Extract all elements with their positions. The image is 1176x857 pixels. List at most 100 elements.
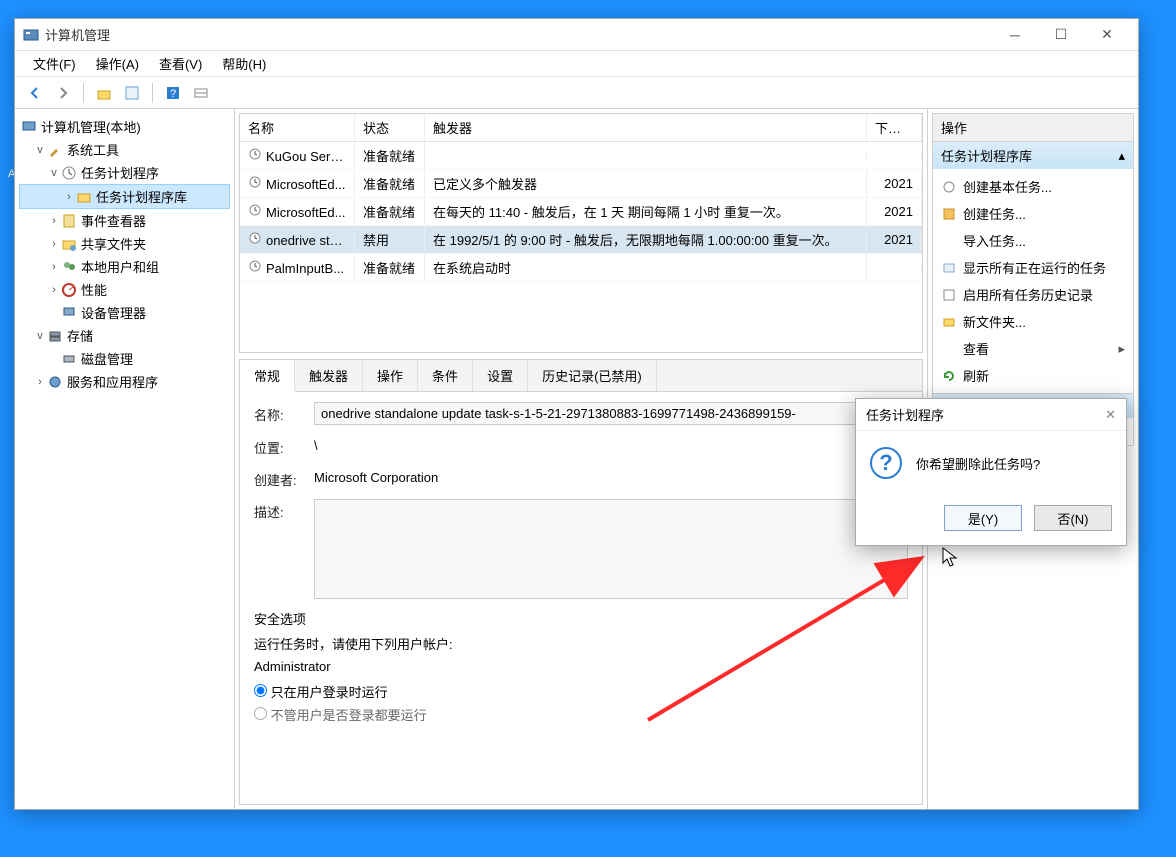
tree-services[interactable]: › 服务和应用程序 [19, 370, 230, 393]
toolbar-sep2 [152, 83, 153, 103]
folder-icon [941, 314, 957, 330]
action-show-running[interactable]: 显示所有正在运行的任务 [933, 254, 1133, 281]
table-row[interactable]: MicrosoftEd...准备就绪在每天的 11:40 - 触发后，在 1 天… [240, 198, 922, 226]
radio-logged-in[interactable]: 只在用户登录时运行 [254, 682, 908, 701]
tree-label: 性能 [81, 280, 107, 299]
col-next[interactable]: 下次运... [867, 114, 922, 141]
tree-storage[interactable]: v 存储 [19, 324, 230, 347]
tree-disk-mgmt[interactable]: 磁盘管理 [19, 347, 230, 370]
tree-label: 设备管理器 [81, 303, 146, 322]
twisty-icon: v [47, 167, 61, 179]
menu-view[interactable]: 查看(V) [149, 52, 212, 75]
storage-icon [47, 328, 63, 344]
action-view[interactable]: 查看 ▸ [933, 335, 1133, 362]
forward-button[interactable] [51, 81, 75, 105]
yes-button[interactable]: 是(Y) [944, 505, 1022, 531]
tab-history[interactable]: 历史记录(已禁用) [528, 360, 657, 391]
disk-icon [61, 351, 77, 367]
action-label: 导入任务... [963, 231, 1026, 250]
dialog-message: 你希望删除此任务吗? [916, 454, 1040, 473]
tree-task-scheduler[interactable]: v 任务计划程序 [19, 161, 230, 184]
twisty-icon: v [33, 330, 47, 342]
list-header: 名称 状态 触发器 下次运... [240, 114, 922, 142]
tree-label: 本地用户和组 [81, 257, 159, 276]
menu-action[interactable]: 操作(A) [86, 52, 149, 75]
maximize-button[interactable]: ☐ [1038, 20, 1084, 50]
creator-value: Microsoft Corporation [314, 467, 438, 485]
tab-settings[interactable]: 设置 [473, 360, 528, 391]
running-icon [941, 260, 957, 276]
action-create-task[interactable]: 创建任务... [933, 200, 1133, 227]
account-field[interactable]: Administrator [254, 659, 908, 674]
action-label: 查看 [963, 339, 989, 358]
collapse-icon: ▴ [1118, 148, 1125, 164]
tree-label: 共享文件夹 [81, 234, 146, 253]
dialog-title: 任务计划程序 ✕ [856, 399, 1126, 431]
twisty-icon: v [33, 144, 47, 156]
computer-icon [21, 119, 37, 135]
tree-label: 任务计划程序库 [96, 187, 187, 206]
help-button[interactable]: ? [161, 81, 185, 105]
col-trigger[interactable]: 触发器 [425, 114, 867, 141]
table-row[interactable]: onedrive sta...禁用在 1992/5/1 的 9:00 时 - 触… [240, 226, 922, 254]
name-field[interactable]: onedrive standalone update task-s-1-5-21… [314, 402, 908, 425]
table-row[interactable]: MicrosoftEd...准备就绪已定义多个触发器2021 [240, 170, 922, 198]
tree-local-users[interactable]: › 本地用户和组 [19, 255, 230, 278]
radio-always[interactable]: 不管用户是否登录都要运行 [254, 705, 908, 724]
sec-title: 安全选项 [254, 609, 908, 628]
action-label: 创建基本任务... [963, 177, 1052, 196]
col-state[interactable]: 状态 [355, 114, 425, 141]
menubar: 文件(F) 操作(A) 查看(V) 帮助(H) [15, 51, 1138, 77]
action-label: 刷新 [963, 366, 989, 385]
tab-cond[interactable]: 条件 [418, 360, 473, 391]
name-label: 名称: [254, 402, 314, 424]
clock-icon [248, 231, 262, 245]
clock-icon [61, 165, 77, 181]
history-icon [941, 287, 957, 303]
event-icon [61, 213, 77, 229]
tab-triggers[interactable]: 触发器 [295, 360, 363, 391]
twisty-icon: › [47, 261, 61, 273]
tree-event-viewer[interactable]: › 事件查看器 [19, 209, 230, 232]
actions-title[interactable]: 任务计划程序库 ▴ [933, 142, 1133, 169]
menu-help[interactable]: 帮助(H) [212, 52, 276, 75]
table-row[interactable]: KuGou Servi...准备就绪 [240, 142, 922, 170]
sec-prompt: 运行任务时，请使用下列用户帐户: [254, 634, 908, 653]
task-icon [941, 179, 957, 195]
share-icon [61, 236, 77, 252]
tree-root[interactable]: 计算机管理(本地) [19, 115, 230, 138]
actions-title-text: 任务计划程序库 [941, 146, 1032, 165]
minimize-button[interactable]: ─ [992, 20, 1038, 50]
tab-general[interactable]: 常规 [240, 360, 295, 392]
table-row[interactable]: PalmInputB...准备就绪在系统启动时 [240, 254, 922, 282]
action-refresh[interactable]: 刷新 [933, 362, 1133, 389]
menu-file[interactable]: 文件(F) [23, 52, 86, 75]
no-button[interactable]: 否(N) [1034, 505, 1112, 531]
action-new-folder[interactable]: 新文件夹... [933, 308, 1133, 335]
tree-performance[interactable]: › 性能 [19, 278, 230, 301]
tree-sys-tools[interactable]: v 系统工具 [19, 138, 230, 161]
col-name[interactable]: 名称 [240, 114, 355, 141]
close-button[interactable]: ✕ [1084, 20, 1130, 50]
clock-icon [248, 203, 262, 217]
properties-button[interactable] [120, 81, 144, 105]
device-icon [61, 305, 77, 321]
tree-root-label: 计算机管理(本地) [41, 117, 141, 136]
back-button[interactable] [23, 81, 47, 105]
desc-field[interactable] [314, 499, 908, 599]
action-import-task[interactable]: 导入任务... [933, 227, 1133, 254]
dialog-close-button[interactable]: ✕ [1105, 407, 1116, 423]
tree-task-lib[interactable]: › 任务计划程序库 [19, 184, 230, 209]
tree-device-mgr[interactable]: 设备管理器 [19, 301, 230, 324]
up-button[interactable] [92, 81, 116, 105]
desc-label: 描述: [254, 499, 314, 521]
toolbar-sep [83, 83, 84, 103]
action-enable-history[interactable]: 启用所有任务历史记录 [933, 281, 1133, 308]
tree-shared-folders[interactable]: › 共享文件夹 [19, 232, 230, 255]
action-create-basic[interactable]: 创建基本任务... [933, 173, 1133, 200]
services-icon [47, 374, 63, 390]
tab-ops[interactable]: 操作 [363, 360, 418, 391]
view-button[interactable] [189, 81, 213, 105]
toolbar: ? [15, 77, 1138, 109]
twisty-icon: › [47, 238, 61, 250]
